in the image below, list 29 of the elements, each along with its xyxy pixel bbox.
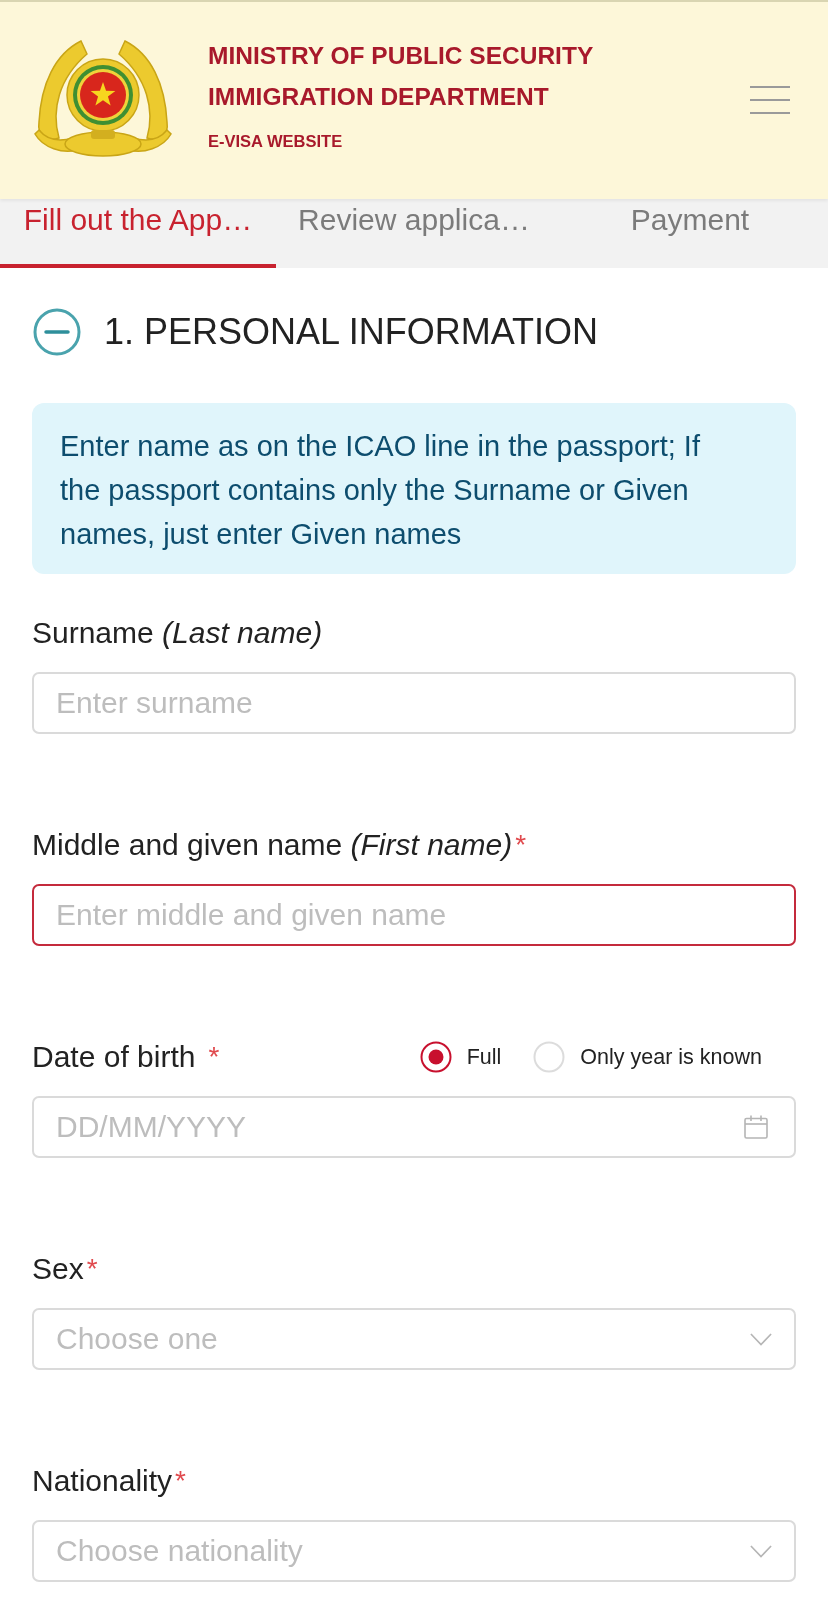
field-label: Nationality — [32, 1463, 173, 1499]
section-title: 1. PERSONAL INFORMATION — [104, 310, 599, 354]
required-mark: * — [86, 1252, 98, 1286]
required-mark: * — [208, 1040, 220, 1074]
step-tab[interactable]: Payment — [552, 199, 828, 268]
site-subtitle: E-VISA WEBSITE — [208, 131, 344, 152]
site-title: IMMIGRATION DEPARTMENT — [208, 82, 550, 112]
required-mark: * — [175, 1464, 186, 1498]
step-tab[interactable]: Fill out the App… — [0, 199, 276, 268]
info-notice: Enter name as on the ICAO line in the passport; If the passport contains only the Surname or Given names, just enter Given names — [32, 403, 796, 574]
field-label: Sex — [32, 1251, 84, 1287]
minus-circle-icon[interactable] — [33, 308, 81, 356]
dropdown-field[interactable]: Choose one — [32, 1308, 796, 1370]
site-title: MINISTRY OF PUBLIC SECURITY — [208, 41, 595, 71]
text-input-field[interactable]: Enter middle and given name — [32, 884, 796, 946]
radio-option[interactable]: Full — [419, 1041, 502, 1073]
required-mark: * — [515, 828, 527, 862]
step-tab[interactable]: Review applica… — [276, 199, 552, 268]
radio-button-icon[interactable] — [419, 1041, 452, 1073]
date-input-field[interactable]: DD/MM/YYYY — [32, 1096, 796, 1158]
dropdown-field[interactable]: Choose nationality — [32, 1520, 796, 1582]
chevron-down-icon[interactable] — [750, 1333, 772, 1346]
field-label: Date of birth — [32, 1039, 196, 1075]
menu-icon[interactable] — [750, 86, 790, 114]
radio-option[interactable]: Only year is known — [533, 1041, 762, 1073]
chevron-down-icon[interactable] — [750, 1545, 772, 1558]
calendar-icon[interactable] — [744, 1115, 768, 1139]
field-label: Middle and given name (First name) — [32, 827, 513, 863]
field-label: Surname (Last name) — [32, 615, 323, 651]
